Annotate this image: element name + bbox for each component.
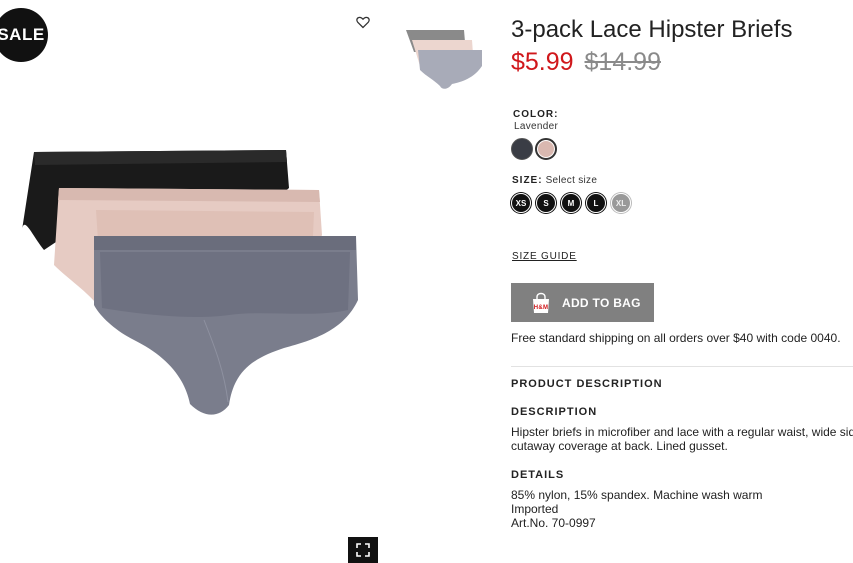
size-m-button[interactable]: M bbox=[561, 193, 581, 213]
size-options: XS S M L XL bbox=[511, 193, 631, 213]
expand-icon bbox=[356, 543, 370, 557]
details-text: 85% nylon, 15% spandex. Machine wash war… bbox=[511, 488, 762, 530]
selected-color: Lavender bbox=[514, 121, 559, 132]
svg-text:H&M: H&M bbox=[534, 305, 549, 311]
details-heading: DETAILS bbox=[511, 469, 565, 481]
size-l-button[interactable]: L bbox=[586, 193, 606, 213]
original-price: $14.99 bbox=[584, 48, 661, 76]
details-line: 85% nylon, 15% spandex. Machine wash war… bbox=[511, 488, 763, 502]
description-line: cutaway coverage at back. Lined gusset. bbox=[511, 439, 728, 453]
product-thumbnail[interactable] bbox=[404, 26, 484, 92]
expand-image-button[interactable] bbox=[348, 537, 378, 563]
description-line: Hipster briefs in microfiber and lace wi… bbox=[511, 425, 853, 439]
description-heading: DESCRIPTION bbox=[511, 406, 598, 418]
size-hint: Select size bbox=[545, 175, 598, 186]
size-xl-button[interactable]: XL bbox=[611, 193, 631, 213]
color-label: COLOR: bbox=[513, 109, 559, 120]
heart-icon[interactable] bbox=[355, 14, 371, 30]
add-to-bag-label: ADD TO BAG bbox=[562, 295, 641, 310]
sale-price: $5.99 bbox=[511, 48, 574, 76]
shipping-info: Free standard shipping on all orders ove… bbox=[511, 331, 841, 345]
add-to-bag-button[interactable]: H&M ADD TO BAG bbox=[511, 283, 654, 322]
description-text: Hipster briefs in microfiber and lace wi… bbox=[511, 425, 853, 453]
size-xs-button[interactable]: XS bbox=[511, 193, 531, 213]
product-title: 3-pack Lace Hipster Briefs bbox=[511, 16, 793, 43]
price: $5.99 $14.99 bbox=[511, 48, 661, 77]
color-swatch-dark-grey[interactable] bbox=[511, 138, 533, 160]
size-label: SIZE: bbox=[512, 175, 543, 186]
shopping-bag-icon: H&M bbox=[533, 292, 549, 313]
sale-badge: SALE bbox=[0, 8, 48, 62]
color-swatch-light-pink[interactable] bbox=[535, 138, 557, 160]
product-description-heading: PRODUCT DESCRIPTION bbox=[511, 378, 663, 390]
details-line: Art.No. 70-0997 bbox=[511, 516, 596, 530]
details-line: Imported bbox=[511, 502, 559, 516]
product-image bbox=[22, 150, 358, 415]
size-guide-link[interactable]: SIZE GUIDE bbox=[512, 251, 577, 262]
divider bbox=[511, 366, 853, 367]
size-s-button[interactable]: S bbox=[536, 193, 556, 213]
size-row: SIZE: Select size bbox=[512, 175, 597, 186]
